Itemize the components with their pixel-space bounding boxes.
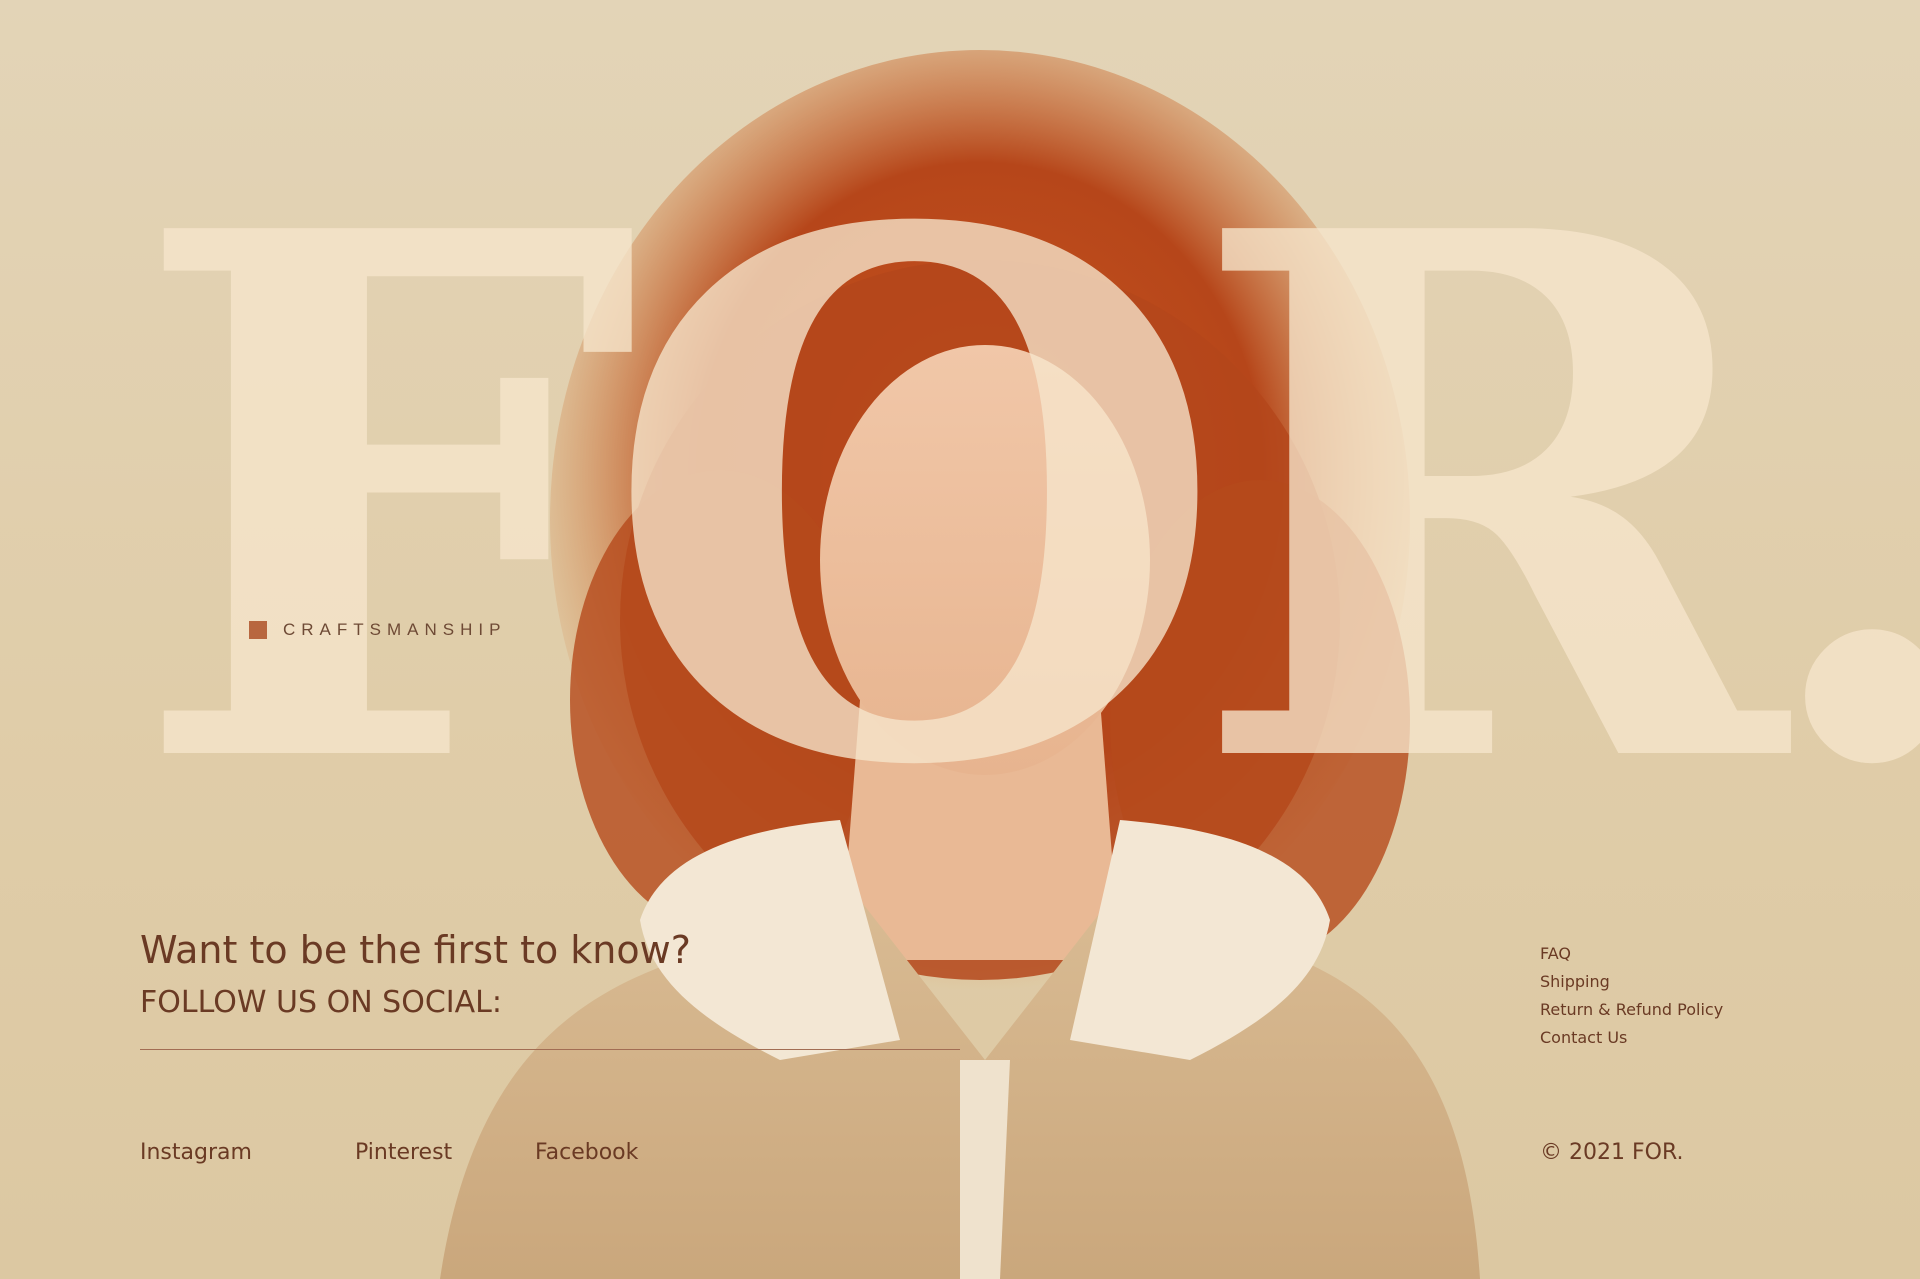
- follow-subheadline: FOLLOW US ON SOCIAL:: [140, 985, 502, 1020]
- craftsmanship-tag: CRAFTSMANSHIP: [249, 620, 506, 640]
- shipping-link[interactable]: Shipping: [1540, 972, 1723, 991]
- copyright-notice: © 2021 FOR.: [1540, 1140, 1684, 1165]
- faq-link[interactable]: FAQ: [1540, 944, 1723, 963]
- section-divider: [140, 1049, 960, 1050]
- landing-page: FOR. CRAFTSMANSHIP Want to be the first …: [0, 0, 1920, 1279]
- square-bullet-icon: [249, 621, 267, 639]
- return-refund-policy-link[interactable]: Return & Refund Policy: [1540, 1000, 1723, 1019]
- craftsmanship-label: CRAFTSMANSHIP: [283, 620, 507, 639]
- footer-nav: FAQ Shipping Return & Refund Policy Cont…: [1540, 944, 1723, 1047]
- instagram-link[interactable]: Instagram: [140, 1140, 252, 1165]
- follow-headline: Want to be the first to know?: [140, 928, 691, 972]
- contact-us-link[interactable]: Contact Us: [1540, 1028, 1723, 1047]
- facebook-link[interactable]: Facebook: [535, 1140, 638, 1165]
- pinterest-link[interactable]: Pinterest: [355, 1140, 452, 1165]
